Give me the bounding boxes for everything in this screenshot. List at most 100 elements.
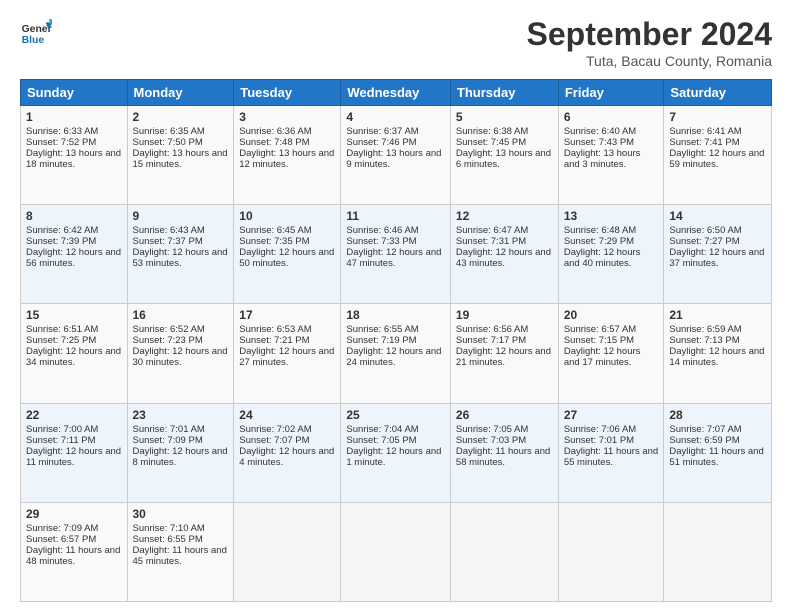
sunset-label: Sunset: 7:23 PM — [133, 335, 203, 346]
day-cell: 9 Sunrise: 6:43 AM Sunset: 7:37 PM Dayli… — [127, 205, 234, 304]
day-number: 28 — [669, 408, 766, 422]
sunrise-label: Sunrise: 7:10 AM — [133, 523, 205, 534]
daylight-label: Daylight: 11 hours and 51 minutes. — [669, 446, 763, 468]
sunset-label: Sunset: 7:41 PM — [669, 137, 739, 148]
sunrise-label: Sunrise: 6:48 AM — [564, 225, 636, 236]
calendar-header-row: SundayMondayTuesdayWednesdayThursdayFrid… — [21, 80, 772, 106]
sunset-label: Sunset: 7:15 PM — [564, 335, 634, 346]
sunset-label: Sunset: 7:27 PM — [669, 236, 739, 247]
day-cell — [558, 502, 664, 601]
day-cell: 29 Sunrise: 7:09 AM Sunset: 6:57 PM Dayl… — [21, 502, 128, 601]
daylight-label: Daylight: 12 hours and 50 minutes. — [239, 247, 334, 269]
day-number: 11 — [346, 209, 445, 223]
day-number: 24 — [239, 408, 335, 422]
daylight-label: Daylight: 12 hours and 17 minutes. — [564, 346, 641, 368]
sunrise-label: Sunrise: 6:43 AM — [133, 225, 205, 236]
day-number: 29 — [26, 507, 122, 521]
daylight-label: Daylight: 13 hours and 18 minutes. — [26, 148, 121, 170]
sunset-label: Sunset: 7:43 PM — [564, 137, 634, 148]
day-cell: 19 Sunrise: 6:56 AM Sunset: 7:17 PM Dayl… — [450, 304, 558, 403]
day-cell: 15 Sunrise: 6:51 AM Sunset: 7:25 PM Dayl… — [21, 304, 128, 403]
sunset-label: Sunset: 7:01 PM — [564, 435, 634, 446]
day-number: 12 — [456, 209, 553, 223]
column-header-tuesday: Tuesday — [234, 80, 341, 106]
sunset-label: Sunset: 7:37 PM — [133, 236, 203, 247]
day-number: 22 — [26, 408, 122, 422]
day-number: 23 — [133, 408, 229, 422]
daylight-label: Daylight: 12 hours and 43 minutes. — [456, 247, 551, 269]
week-row-5: 29 Sunrise: 7:09 AM Sunset: 6:57 PM Dayl… — [21, 502, 772, 601]
day-cell — [450, 502, 558, 601]
sunrise-label: Sunrise: 6:50 AM — [669, 225, 741, 236]
day-cell: 24 Sunrise: 7:02 AM Sunset: 7:07 PM Dayl… — [234, 403, 341, 502]
svg-text:Blue: Blue — [22, 35, 45, 46]
sunrise-label: Sunrise: 7:02 AM — [239, 424, 311, 435]
month-title: September 2024 — [527, 16, 772, 53]
sunset-label: Sunset: 6:59 PM — [669, 435, 739, 446]
daylight-label: Daylight: 13 hours and 15 minutes. — [133, 148, 228, 170]
day-cell: 28 Sunrise: 7:07 AM Sunset: 6:59 PM Dayl… — [664, 403, 772, 502]
day-cell: 16 Sunrise: 6:52 AM Sunset: 7:23 PM Dayl… — [127, 304, 234, 403]
sunset-label: Sunset: 6:57 PM — [26, 534, 96, 545]
sunset-label: Sunset: 7:52 PM — [26, 137, 96, 148]
sunrise-label: Sunrise: 6:46 AM — [346, 225, 418, 236]
sunrise-label: Sunrise: 6:53 AM — [239, 324, 311, 335]
day-cell: 14 Sunrise: 6:50 AM Sunset: 7:27 PM Dayl… — [664, 205, 772, 304]
day-cell: 18 Sunrise: 6:55 AM Sunset: 7:19 PM Dayl… — [341, 304, 451, 403]
sunset-label: Sunset: 7:25 PM — [26, 335, 96, 346]
sunrise-label: Sunrise: 6:38 AM — [456, 126, 528, 137]
sunset-label: Sunset: 7:31 PM — [456, 236, 526, 247]
sunset-label: Sunset: 7:50 PM — [133, 137, 203, 148]
day-number: 9 — [133, 209, 229, 223]
day-number: 4 — [346, 110, 445, 124]
sunset-label: Sunset: 7:09 PM — [133, 435, 203, 446]
day-cell: 25 Sunrise: 7:04 AM Sunset: 7:05 PM Dayl… — [341, 403, 451, 502]
column-header-wednesday: Wednesday — [341, 80, 451, 106]
day-number: 3 — [239, 110, 335, 124]
daylight-label: Daylight: 11 hours and 48 minutes. — [26, 545, 120, 567]
sunset-label: Sunset: 7:17 PM — [456, 335, 526, 346]
sunrise-label: Sunrise: 7:04 AM — [346, 424, 418, 435]
sunset-label: Sunset: 7:33 PM — [346, 236, 416, 247]
daylight-label: Daylight: 13 hours and 9 minutes. — [346, 148, 441, 170]
logo: General Blue — [20, 16, 52, 48]
sunrise-label: Sunrise: 7:09 AM — [26, 523, 98, 534]
daylight-label: Daylight: 12 hours and 47 minutes. — [346, 247, 441, 269]
sunset-label: Sunset: 7:48 PM — [239, 137, 309, 148]
sunrise-label: Sunrise: 6:42 AM — [26, 225, 98, 236]
day-number: 7 — [669, 110, 766, 124]
sunrise-label: Sunrise: 7:00 AM — [26, 424, 98, 435]
day-number: 10 — [239, 209, 335, 223]
sunset-label: Sunset: 7:39 PM — [26, 236, 96, 247]
sunrise-label: Sunrise: 6:57 AM — [564, 324, 636, 335]
sunrise-label: Sunrise: 6:52 AM — [133, 324, 205, 335]
day-cell: 6 Sunrise: 6:40 AM Sunset: 7:43 PM Dayli… — [558, 106, 664, 205]
daylight-label: Daylight: 12 hours and 4 minutes. — [239, 446, 334, 468]
day-cell: 3 Sunrise: 6:36 AM Sunset: 7:48 PM Dayli… — [234, 106, 341, 205]
daylight-label: Daylight: 12 hours and 37 minutes. — [669, 247, 764, 269]
daylight-label: Daylight: 12 hours and 56 minutes. — [26, 247, 121, 269]
sunrise-label: Sunrise: 6:36 AM — [239, 126, 311, 137]
sunrise-label: Sunrise: 7:05 AM — [456, 424, 528, 435]
day-cell: 30 Sunrise: 7:10 AM Sunset: 6:55 PM Dayl… — [127, 502, 234, 601]
day-number: 6 — [564, 110, 659, 124]
day-number: 14 — [669, 209, 766, 223]
daylight-label: Daylight: 13 hours and 6 minutes. — [456, 148, 551, 170]
day-number: 19 — [456, 308, 553, 322]
daylight-label: Daylight: 11 hours and 55 minutes. — [564, 446, 658, 468]
column-header-friday: Friday — [558, 80, 664, 106]
day-cell: 2 Sunrise: 6:35 AM Sunset: 7:50 PM Dayli… — [127, 106, 234, 205]
day-number: 8 — [26, 209, 122, 223]
sunset-label: Sunset: 7:19 PM — [346, 335, 416, 346]
daylight-label: Daylight: 12 hours and 27 minutes. — [239, 346, 334, 368]
day-cell: 21 Sunrise: 6:59 AM Sunset: 7:13 PM Dayl… — [664, 304, 772, 403]
sunrise-label: Sunrise: 6:51 AM — [26, 324, 98, 335]
daylight-label: Daylight: 12 hours and 11 minutes. — [26, 446, 121, 468]
column-header-thursday: Thursday — [450, 80, 558, 106]
day-cell: 12 Sunrise: 6:47 AM Sunset: 7:31 PM Dayl… — [450, 205, 558, 304]
daylight-label: Daylight: 12 hours and 34 minutes. — [26, 346, 121, 368]
daylight-label: Daylight: 12 hours and 53 minutes. — [133, 247, 228, 269]
daylight-label: Daylight: 12 hours and 30 minutes. — [133, 346, 228, 368]
sunset-label: Sunset: 7:13 PM — [669, 335, 739, 346]
daylight-label: Daylight: 13 hours and 12 minutes. — [239, 148, 334, 170]
